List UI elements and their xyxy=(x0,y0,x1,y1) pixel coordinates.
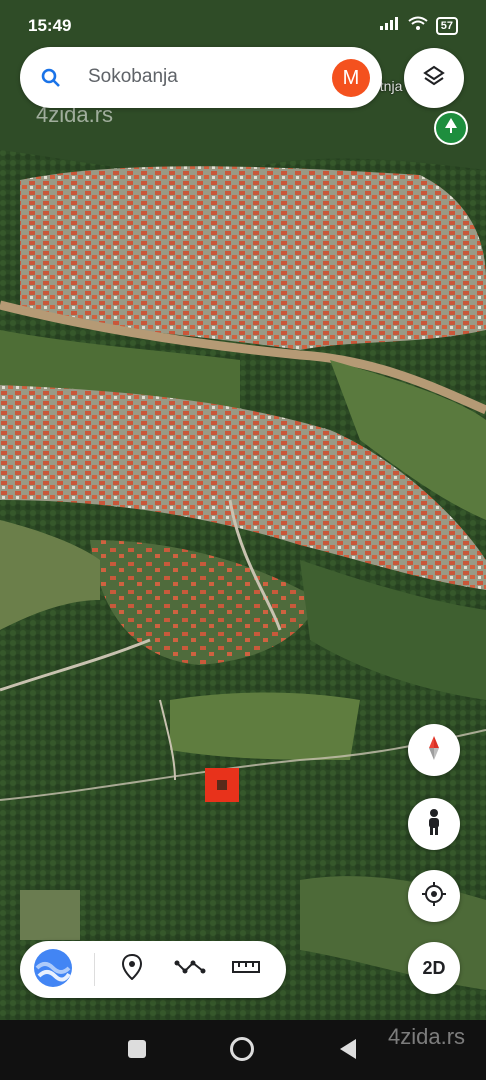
bottom-toolbar xyxy=(20,941,286,998)
status-icons: 57 xyxy=(379,16,458,35)
search-query[interactable]: Sokobanja xyxy=(88,66,178,88)
crosshair-icon xyxy=(421,881,447,912)
status-bar: 15:49 57 xyxy=(0,0,486,44)
wifi-icon xyxy=(408,16,428,35)
search-icon[interactable] xyxy=(40,67,62,89)
my-location-button[interactable] xyxy=(408,870,460,922)
toolbar-divider xyxy=(94,953,95,986)
home-button[interactable] xyxy=(230,1037,254,1061)
layers-button[interactable] xyxy=(404,48,464,108)
view-mode-label: 2D xyxy=(422,957,446,978)
measure-button[interactable] xyxy=(228,951,264,987)
tree-pin-icon xyxy=(444,117,458,139)
signal-icon xyxy=(379,16,400,35)
street-view-button[interactable] xyxy=(408,798,460,850)
avatar[interactable]: M xyxy=(332,59,370,97)
wave-logo-icon xyxy=(33,948,73,993)
watermark-bottom: 4zida.rs xyxy=(388,1024,466,1049)
map-imagery xyxy=(0,0,486,1020)
battery-indicator: 57 xyxy=(435,16,458,35)
view-mode-button[interactable]: 2D xyxy=(408,942,460,994)
search-bar[interactable]: Sokobanja M xyxy=(20,47,382,108)
place-button[interactable] xyxy=(114,951,150,987)
park-pin[interactable] xyxy=(434,111,468,145)
status-time: 15:49 xyxy=(28,16,72,35)
pegman-icon xyxy=(425,808,443,841)
voyager-button[interactable] xyxy=(32,948,74,993)
recents-button[interactable] xyxy=(128,1040,146,1058)
path-button[interactable] xyxy=(172,951,208,987)
layers-icon xyxy=(422,64,446,93)
ruler-icon xyxy=(232,959,260,980)
map-pin-icon xyxy=(121,953,143,985)
android-nav-bar: 4zida.rs xyxy=(0,1020,486,1080)
path-icon xyxy=(174,957,206,982)
compass-icon xyxy=(424,735,444,766)
back-button[interactable] xyxy=(338,1038,358,1065)
compass-button[interactable] xyxy=(408,724,460,776)
satellite-map[interactable]: etnja nica 4zida.rs xyxy=(0,0,486,1020)
